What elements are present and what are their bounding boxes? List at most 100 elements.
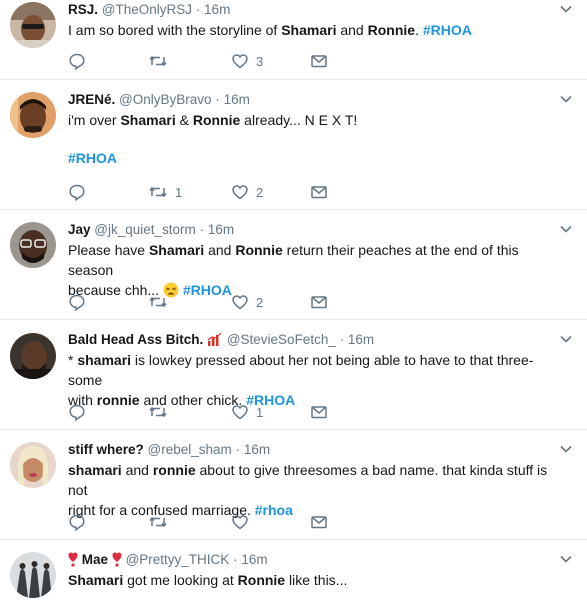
tweet-hashtag-line: #RHOA — [68, 148, 551, 168]
tweet-header: JRENé. @OnlyByBravo · 16m — [68, 91, 551, 109]
timestamp[interactable]: 16m — [348, 332, 374, 347]
separator-dot: · — [215, 92, 220, 107]
tweet-text: I am so bored with the storyline of Sham… — [68, 22, 472, 38]
username[interactable]: @OnlyByBravo — [119, 92, 211, 107]
tweet[interactable]: Bald Head Ass Bitch. @StevieSoFetch_ · 1… — [0, 320, 587, 430]
display-name[interactable]: Mae — [82, 552, 108, 567]
message-button[interactable] — [310, 292, 328, 312]
reply-icon — [69, 404, 85, 421]
message-button[interactable] — [310, 512, 328, 532]
tweet-header: stiff where? @rebel_sham · 16m — [68, 441, 551, 459]
reply-button[interactable] — [68, 292, 93, 312]
heart-icon — [232, 295, 248, 310]
chevron-down-icon[interactable] — [559, 222, 573, 236]
display-name[interactable]: Bald Head Ass Bitch. — [68, 332, 203, 347]
tweet[interactable]: RSJ. @TheOnlyRSJ · 16m I am so bored wit… — [0, 0, 587, 80]
separator-dot: · — [235, 442, 241, 457]
hashtag-link[interactable]: #RHOA — [183, 282, 232, 298]
timestamp[interactable]: 16m — [204, 2, 230, 17]
like-button[interactable] — [231, 512, 256, 532]
envelope-icon — [311, 516, 327, 529]
retweet-icon — [149, 186, 167, 198]
heart-exclamation-emoji-icon — [112, 552, 122, 567]
separator-dot: · — [339, 332, 345, 347]
display-name[interactable]: RSJ. — [68, 2, 98, 17]
avatar[interactable] — [10, 552, 56, 598]
display-name[interactable]: stiff where? — [68, 442, 144, 457]
chevron-down-icon[interactable] — [559, 552, 573, 566]
tweet-header: Mae @Prettyy_THICK · 16m — [68, 551, 551, 569]
display-name[interactable]: Jay — [68, 222, 91, 237]
chevron-down-icon[interactable] — [559, 332, 573, 346]
tweet-header: Bald Head Ass Bitch. @StevieSoFetch_ · 1… — [68, 331, 551, 349]
avatar[interactable] — [10, 2, 56, 48]
tweet-text: shamari and ronnie about to give threeso… — [68, 462, 548, 518]
retweet-icon — [149, 296, 167, 308]
display-name[interactable]: JRENé. — [68, 92, 115, 107]
chevron-down-icon[interactable] — [559, 2, 573, 16]
separator-dot: · — [195, 2, 201, 17]
like-count: 2 — [256, 184, 264, 200]
retweet-button[interactable] — [148, 512, 175, 532]
tweet-text: Please have Shamari and Ronnie return th… — [68, 242, 519, 298]
heart-icon — [232, 185, 248, 200]
tweet-text: Shamari got me looking at Ronnie like th… — [68, 572, 348, 588]
message-button[interactable] — [310, 402, 328, 422]
reply-icon — [69, 184, 85, 201]
chevron-down-icon[interactable] — [559, 92, 573, 106]
avatar[interactable] — [10, 333, 56, 379]
reply-icon — [69, 514, 85, 531]
tweet-text: i'm over Shamari & Ronnie already... N E… — [68, 112, 358, 128]
tweet-feed: RSJ. @TheOnlyRSJ · 16m I am so bored wit… — [0, 0, 587, 604]
like-button[interactable]: 2 — [231, 292, 263, 312]
timestamp[interactable]: 16m — [241, 552, 267, 567]
retweet-icon — [149, 516, 167, 528]
reply-button[interactable] — [68, 51, 93, 71]
like-button[interactable]: 3 — [231, 51, 263, 71]
retweet-count: 1 — [175, 184, 183, 200]
username[interactable]: @TheOnlyRSJ — [102, 2, 192, 17]
message-button[interactable] — [310, 51, 328, 71]
envelope-icon — [311, 296, 327, 309]
heart-icon — [232, 515, 248, 530]
message-button[interactable] — [310, 182, 328, 202]
username[interactable]: @Prettyy_THICK — [126, 552, 230, 567]
separator-dot: · — [199, 222, 205, 237]
heart-exclamation-emoji-icon — [68, 552, 78, 567]
retweet-button[interactable] — [148, 402, 175, 422]
hashtag-link[interactable]: #RHOA — [68, 150, 117, 166]
retweet-button[interactable] — [148, 51, 175, 71]
retweet-button[interactable] — [148, 292, 175, 312]
reply-button[interactable] — [68, 512, 93, 532]
hashtag-link[interactable]: #RHOA — [423, 22, 472, 38]
username[interactable]: @jk_quiet_storm — [94, 222, 196, 237]
username[interactable]: @rebel_sham — [148, 442, 232, 457]
chevron-down-icon[interactable] — [559, 442, 573, 456]
like-count: 3 — [256, 53, 264, 69]
tweet[interactable]: JRENé. @OnlyByBravo · 16m i'm over Shama… — [0, 80, 587, 210]
reply-button[interactable] — [68, 402, 93, 422]
tweet[interactable]: Mae @Prettyy_THICK · 16m Shamari got me … — [0, 540, 587, 604]
tweet[interactable]: Jay @jk_quiet_storm · 16m Please have Sh… — [0, 210, 587, 320]
avatar[interactable] — [10, 222, 56, 268]
timestamp[interactable]: 16m — [208, 222, 234, 237]
like-button[interactable]: 2 — [231, 182, 263, 202]
timestamp[interactable]: 16m — [224, 92, 250, 107]
envelope-icon — [311, 55, 327, 68]
timestamp[interactable]: 16m — [244, 442, 270, 457]
like-count: 1 — [256, 404, 264, 420]
like-count: 2 — [256, 294, 264, 310]
heart-icon — [232, 54, 248, 69]
hashtag-link[interactable]: #rhoa — [255, 502, 293, 518]
envelope-icon — [311, 186, 327, 199]
avatar[interactable] — [10, 92, 56, 138]
retweet-button[interactable]: 1 — [148, 182, 182, 202]
like-button[interactable]: 1 — [231, 402, 263, 422]
envelope-icon — [311, 406, 327, 419]
tweet[interactable]: stiff where? @rebel_sham · 16m shamari a… — [0, 430, 587, 540]
reply-button[interactable] — [68, 182, 93, 202]
heart-icon — [232, 405, 248, 420]
username[interactable]: @StevieSoFetch_ — [227, 332, 336, 347]
tweet-text: * shamari is lowkey pressed about her no… — [68, 352, 534, 408]
avatar[interactable] — [10, 442, 56, 488]
